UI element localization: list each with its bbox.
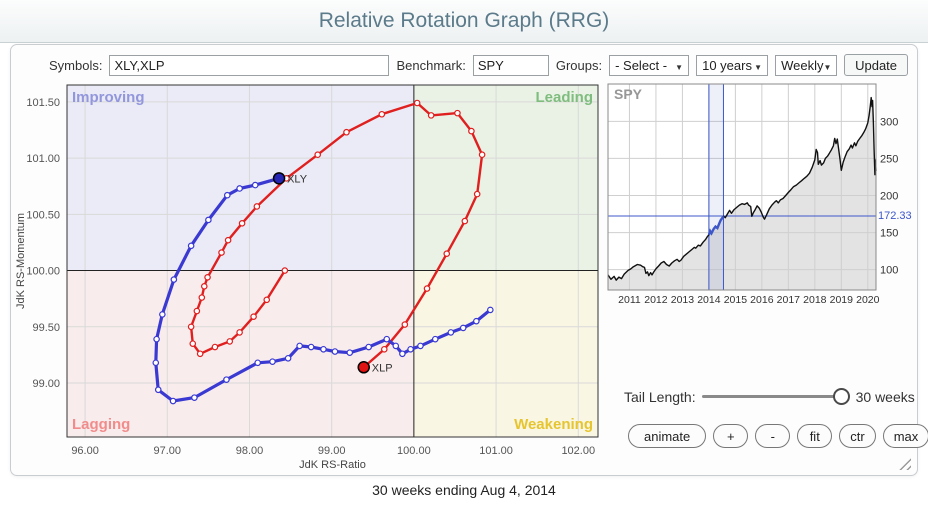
frequency-select[interactable]: Weekly [775,55,837,76]
rrg-x-tick: 97.00 [154,445,182,457]
tail-length-slider[interactable] [702,388,850,405]
quadrant-label-improving: Improving [72,89,145,106]
rrg-x-tick: 100.00 [397,445,431,457]
spy-symbol-label: SPY [614,86,643,102]
main-panel: Symbols: Benchmark: Groups: - Select - 1… [10,44,918,476]
spy-year-tick: 2013 [671,294,695,306]
xly-head-label: XLY [287,173,308,185]
rrg-y-tick: 99.50 [32,322,60,334]
slider-track[interactable] [702,395,847,398]
spy-year-tick: 2014 [697,294,721,306]
spy-year-tick: 2019 [830,294,854,306]
rrg-y-tick: 101.50 [26,97,60,109]
rrg-x-tick: 102.00 [561,445,595,457]
groups-select[interactable]: - Select - [609,55,689,76]
toolbar: Symbols: Benchmark: Groups: - Select - 1… [11,54,917,76]
quadrant-label-lagging: Lagging [72,416,130,433]
rrg-y-tick: 100.00 [26,266,60,278]
period-select[interactable]: 10 years [696,55,768,76]
spy-year-tick: 2018 [803,294,827,306]
crosshair-value-label: 172.33 [878,210,912,222]
max-button[interactable]: max [883,424,928,448]
tail-length-label: Tail Length: [624,389,696,405]
symbols-label: Symbols: [49,58,102,73]
fit-button[interactable]: fit [797,424,832,448]
spy-year-tick: 2017 [777,294,801,306]
quadrant-label-leading: Leading [535,89,593,106]
xly-head-marker[interactable] [274,173,285,184]
groups-label: Groups: [556,58,602,73]
xlp-head-label: XLP [372,362,393,374]
spy-y-tick: 150 [880,228,898,240]
rrg-chart[interactable]: Improving Leading Lagging Weakening 96.00 97.… [11,79,621,475]
symbols-input[interactable] [109,55,389,76]
page-title: Relative Rotation Graph (RRG) [0,0,928,42]
spy-year-tick: 2015 [724,294,748,306]
spy-y-tick: 300 [880,116,898,128]
xlp-head-marker[interactable] [358,362,369,373]
quadrant-improving [67,85,414,271]
tail-length-control: Tail Length: 30 weeks [624,388,915,405]
chart-buttons: animate + - fit ctr max [628,424,928,448]
spy-year-tick: 2012 [644,294,668,306]
benchmark-label: Benchmark: [396,58,465,73]
chevron-down-icon [823,58,831,73]
caption: 30 weeks ending Aug 4, 2014 [0,482,928,498]
rrg-x-tick: 98.00 [236,445,264,457]
benchmark-input[interactable] [473,55,549,76]
y-axis-title: JdK RS-Momentum [15,213,27,309]
zoom-out-button[interactable]: - [755,424,790,448]
spy-year-tick: 2020 [856,294,880,306]
rrg-y-tick: 101.00 [26,153,60,165]
slider-handle[interactable] [833,388,850,405]
rrg-y-tick: 99.00 [32,378,60,390]
groups-select-value: - Select - [615,58,667,73]
rrg-x-tick: 99.00 [318,445,346,457]
center-button[interactable]: ctr [839,424,875,448]
spy-y-tick: 100 [880,265,898,277]
spy-y-tick: 250 [880,153,898,165]
quadrant-lagging [67,271,414,437]
frequency-select-value: Weekly [781,58,823,73]
quadrant-leading [414,85,598,271]
rrg-x-tick: 101.00 [479,445,513,457]
update-button[interactable]: Update [844,54,908,76]
quadrant-label-weakening: Weakening [514,416,593,433]
zoom-in-button[interactable]: + [713,424,748,448]
spy-y-tick: 200 [880,190,898,202]
period-select-value: 10 years [702,58,752,73]
quadrant-weakening [414,271,598,437]
animate-button[interactable]: animate [628,424,706,448]
header: Relative Rotation Graph (RRG) [0,0,928,43]
spy-year-tick: 2016 [750,294,774,306]
rrg-y-tick: 100.50 [26,209,60,221]
highlight-band [709,84,724,290]
x-axis-title: JdK RS-Ratio [299,459,366,471]
chevron-down-icon [675,58,683,73]
resize-handle-icon[interactable] [898,457,911,470]
spy-chart[interactable]: 100150200250300172.332011201220132014201… [601,79,928,309]
rrg-x-tick: 96.00 [71,445,99,457]
spy-year-tick: 2011 [618,294,641,306]
tail-length-value: 30 weeks [856,389,915,405]
chevron-down-icon [754,58,762,73]
